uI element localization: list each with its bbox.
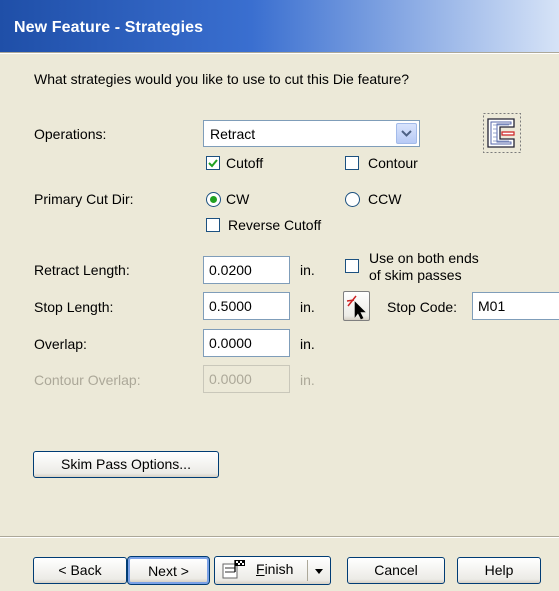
reverse-cutoff-label: Reverse Cutoff <box>228 217 322 233</box>
retract-length-value: 0.0200 <box>209 262 252 278</box>
contour-overlap-unit: in. <box>300 372 315 388</box>
finish-label-accel: F <box>256 561 265 577</box>
stop-length-value: 0.5000 <box>209 298 252 314</box>
help-button[interactable]: Help <box>457 557 541 584</box>
use-both-ends-label-line2: of skim passes <box>369 267 462 283</box>
stop-code-input[interactable]: M01 <box>472 292 559 320</box>
stop-length-unit: in. <box>300 299 315 315</box>
next-button[interactable]: Next > <box>127 556 210 585</box>
stop-length-label: Stop Length: <box>34 299 114 315</box>
contour-checkbox[interactable] <box>345 156 359 170</box>
finish-label: Finish <box>256 557 293 582</box>
reverse-cutoff-checkbox[interactable] <box>206 218 220 232</box>
cw-label: CW <box>226 191 250 207</box>
ccw-label: CCW <box>368 191 402 207</box>
footer-divider-highlight <box>0 537 559 538</box>
overlap-input[interactable]: 0.0000 <box>203 329 290 357</box>
cw-radio[interactable] <box>206 192 221 207</box>
ccw-radio[interactable] <box>345 192 360 207</box>
stop-code-value: M01 <box>478 298 506 314</box>
question-text: What strategies would you like to use to… <box>34 71 410 87</box>
finish-label-rest: inish <box>264 561 294 577</box>
stop-code-pick-icon <box>346 295 366 320</box>
retract-length-label: Retract Length: <box>34 262 130 278</box>
operations-selected-value: Retract <box>210 126 256 142</box>
retract-length-input[interactable]: 0.0200 <box>203 256 290 284</box>
overlap-label: Overlap: <box>34 336 87 352</box>
cutoff-label: Cutoff <box>226 155 264 171</box>
chevron-down-icon[interactable] <box>396 123 417 144</box>
use-both-ends-label-line1: Use on both ends <box>369 250 479 266</box>
overlap-value: 0.0000 <box>209 335 252 351</box>
finish-dropdown-arrow[interactable] <box>310 560 328 581</box>
retract-length-unit: in. <box>300 262 315 278</box>
contour-overlap-value: 0.0000 <box>209 371 252 387</box>
operations-label: Operations: <box>34 126 107 142</box>
stop-code-pick-button[interactable] <box>343 291 370 321</box>
cancel-button[interactable]: Cancel <box>347 557 445 584</box>
primary-cut-dir-label: Primary Cut Dir: <box>34 191 134 207</box>
finish-button[interactable]: Finish <box>214 556 331 585</box>
operations-select[interactable]: Retract <box>203 120 420 147</box>
stop-code-label: Stop Code: <box>387 299 458 315</box>
contour-label: Contour <box>368 155 418 171</box>
chevron-down-icon <box>315 569 323 574</box>
die-feature-icon <box>483 113 521 153</box>
use-both-ends-checkbox[interactable] <box>345 259 359 273</box>
overlap-unit: in. <box>300 336 315 352</box>
skim-pass-options-button[interactable]: Skim Pass Options... <box>33 451 219 478</box>
dialog-header: New Feature - Strategies <box>0 0 559 52</box>
contour-overlap-label: Contour Overlap: <box>34 372 141 388</box>
contour-overlap-input: 0.0000 <box>203 365 290 393</box>
stop-length-input[interactable]: 0.5000 <box>203 292 290 320</box>
finish-split-divider <box>307 560 308 581</box>
header-divider-highlight <box>0 53 559 54</box>
finish-icon <box>222 560 245 579</box>
back-button[interactable]: < Back <box>33 557 127 584</box>
dialog-title: New Feature - Strategies <box>14 19 204 36</box>
cutoff-checkbox[interactable] <box>206 156 220 170</box>
